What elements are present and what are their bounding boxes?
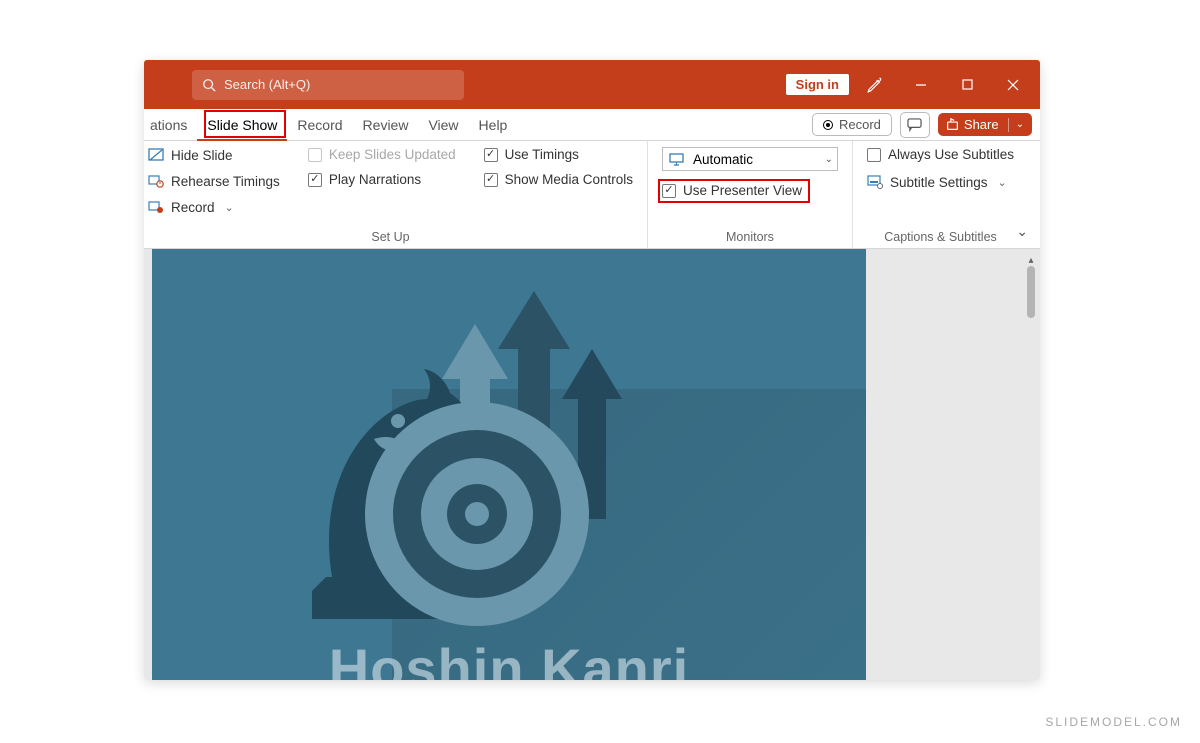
rehearse-timings-button[interactable]: Rehearse Timings	[148, 173, 280, 189]
monitor-select[interactable]: Automatic ⌄	[662, 147, 838, 171]
checkbox-icon	[308, 148, 322, 162]
tab-review[interactable]: Review	[353, 109, 419, 141]
watermark: SLIDEMODEL.COM	[1045, 715, 1182, 729]
scroll-up-icon[interactable]: ▴	[1024, 255, 1038, 266]
vertical-scrollbar[interactable]: ▴	[1024, 255, 1038, 674]
monitor-icon	[669, 151, 685, 167]
show-media-controls-checkbox[interactable]: Show Media Controls	[484, 172, 633, 187]
ribbon-group-captions: Always Use Subtitles Subtitle Settings C…	[853, 141, 1028, 248]
record-dropdown[interactable]: Record	[148, 199, 280, 215]
signin-button[interactable]: Sign in	[785, 73, 850, 96]
checkbox-icon	[308, 173, 322, 187]
chevron-down-icon: ⌄	[825, 154, 833, 165]
slide-preview[interactable]: Hoshin Kanri	[152, 249, 866, 680]
play-narrations-checkbox[interactable]: Play Narrations	[308, 172, 456, 187]
tab-animations-partial[interactable]: ations	[150, 109, 197, 141]
checkbox-icon	[484, 148, 498, 162]
checkbox-icon	[867, 148, 881, 162]
ribbon-group-setup: Hide Slide Rehearse Timings Record Keep …	[144, 141, 648, 248]
title-bar: Search (Alt+Q) Sign in	[144, 60, 1040, 109]
tab-help[interactable]: Help	[469, 109, 518, 141]
ribbon-tabs: ations Slide Show Record Review View Hel…	[144, 109, 1040, 141]
search-placeholder: Search (Alt+Q)	[224, 77, 310, 92]
group-label-captions: Captions & Subtitles	[867, 226, 1014, 244]
scrollbar-thumb[interactable]	[1027, 266, 1035, 318]
share-icon	[946, 118, 959, 131]
minimize-button[interactable]	[898, 61, 944, 109]
highlight-slide-show-tab	[204, 110, 286, 138]
search-icon	[202, 78, 216, 92]
highlight-use-presenter-view	[658, 179, 810, 203]
tab-record[interactable]: Record	[287, 109, 352, 141]
keep-slides-updated-checkbox: Keep Slides Updated	[308, 147, 456, 162]
tab-view[interactable]: View	[418, 109, 468, 141]
comments-button[interactable]	[900, 112, 930, 138]
ribbon-collapse-button[interactable]: ⌄	[1016, 223, 1028, 240]
monitor-select-value: Automatic	[693, 152, 753, 167]
share-button[interactable]: Share ⌄	[938, 113, 1032, 136]
group-label-setup: Set Up	[148, 226, 633, 244]
checkbox-icon	[484, 173, 498, 187]
slide-canvas-area: Hoshin Kanri ▴	[144, 249, 1040, 680]
record-icon	[148, 199, 164, 215]
subtitle-settings-dropdown[interactable]: Subtitle Settings	[867, 174, 1014, 190]
maximize-button[interactable]	[944, 61, 990, 109]
record-button[interactable]: Record	[812, 113, 892, 136]
ribbon-group-monitors: Automatic ⌄ Use Presenter View Monitors	[648, 141, 853, 248]
use-timings-checkbox[interactable]: Use Timings	[484, 147, 633, 162]
ribbon: Hide Slide Rehearse Timings Record Keep …	[144, 141, 1040, 249]
target-icon	[362, 399, 592, 629]
slide-title: Hoshin Kanri	[152, 636, 866, 680]
subtitle-settings-icon	[867, 174, 883, 190]
stylus-icon[interactable]	[852, 61, 898, 109]
share-label: Share	[964, 117, 999, 132]
rehearse-icon	[148, 173, 164, 189]
always-use-subtitles-checkbox[interactable]: Always Use Subtitles	[867, 147, 1014, 162]
comment-icon	[907, 118, 922, 132]
hide-slide-icon	[148, 147, 164, 163]
record-button-label: Record	[839, 117, 881, 132]
search-input[interactable]: Search (Alt+Q)	[192, 70, 464, 100]
group-label-monitors: Monitors	[662, 226, 838, 244]
hide-slide-button[interactable]: Hide Slide	[148, 147, 280, 163]
close-button[interactable]	[990, 61, 1036, 109]
chevron-down-icon: ⌄	[1016, 119, 1024, 130]
